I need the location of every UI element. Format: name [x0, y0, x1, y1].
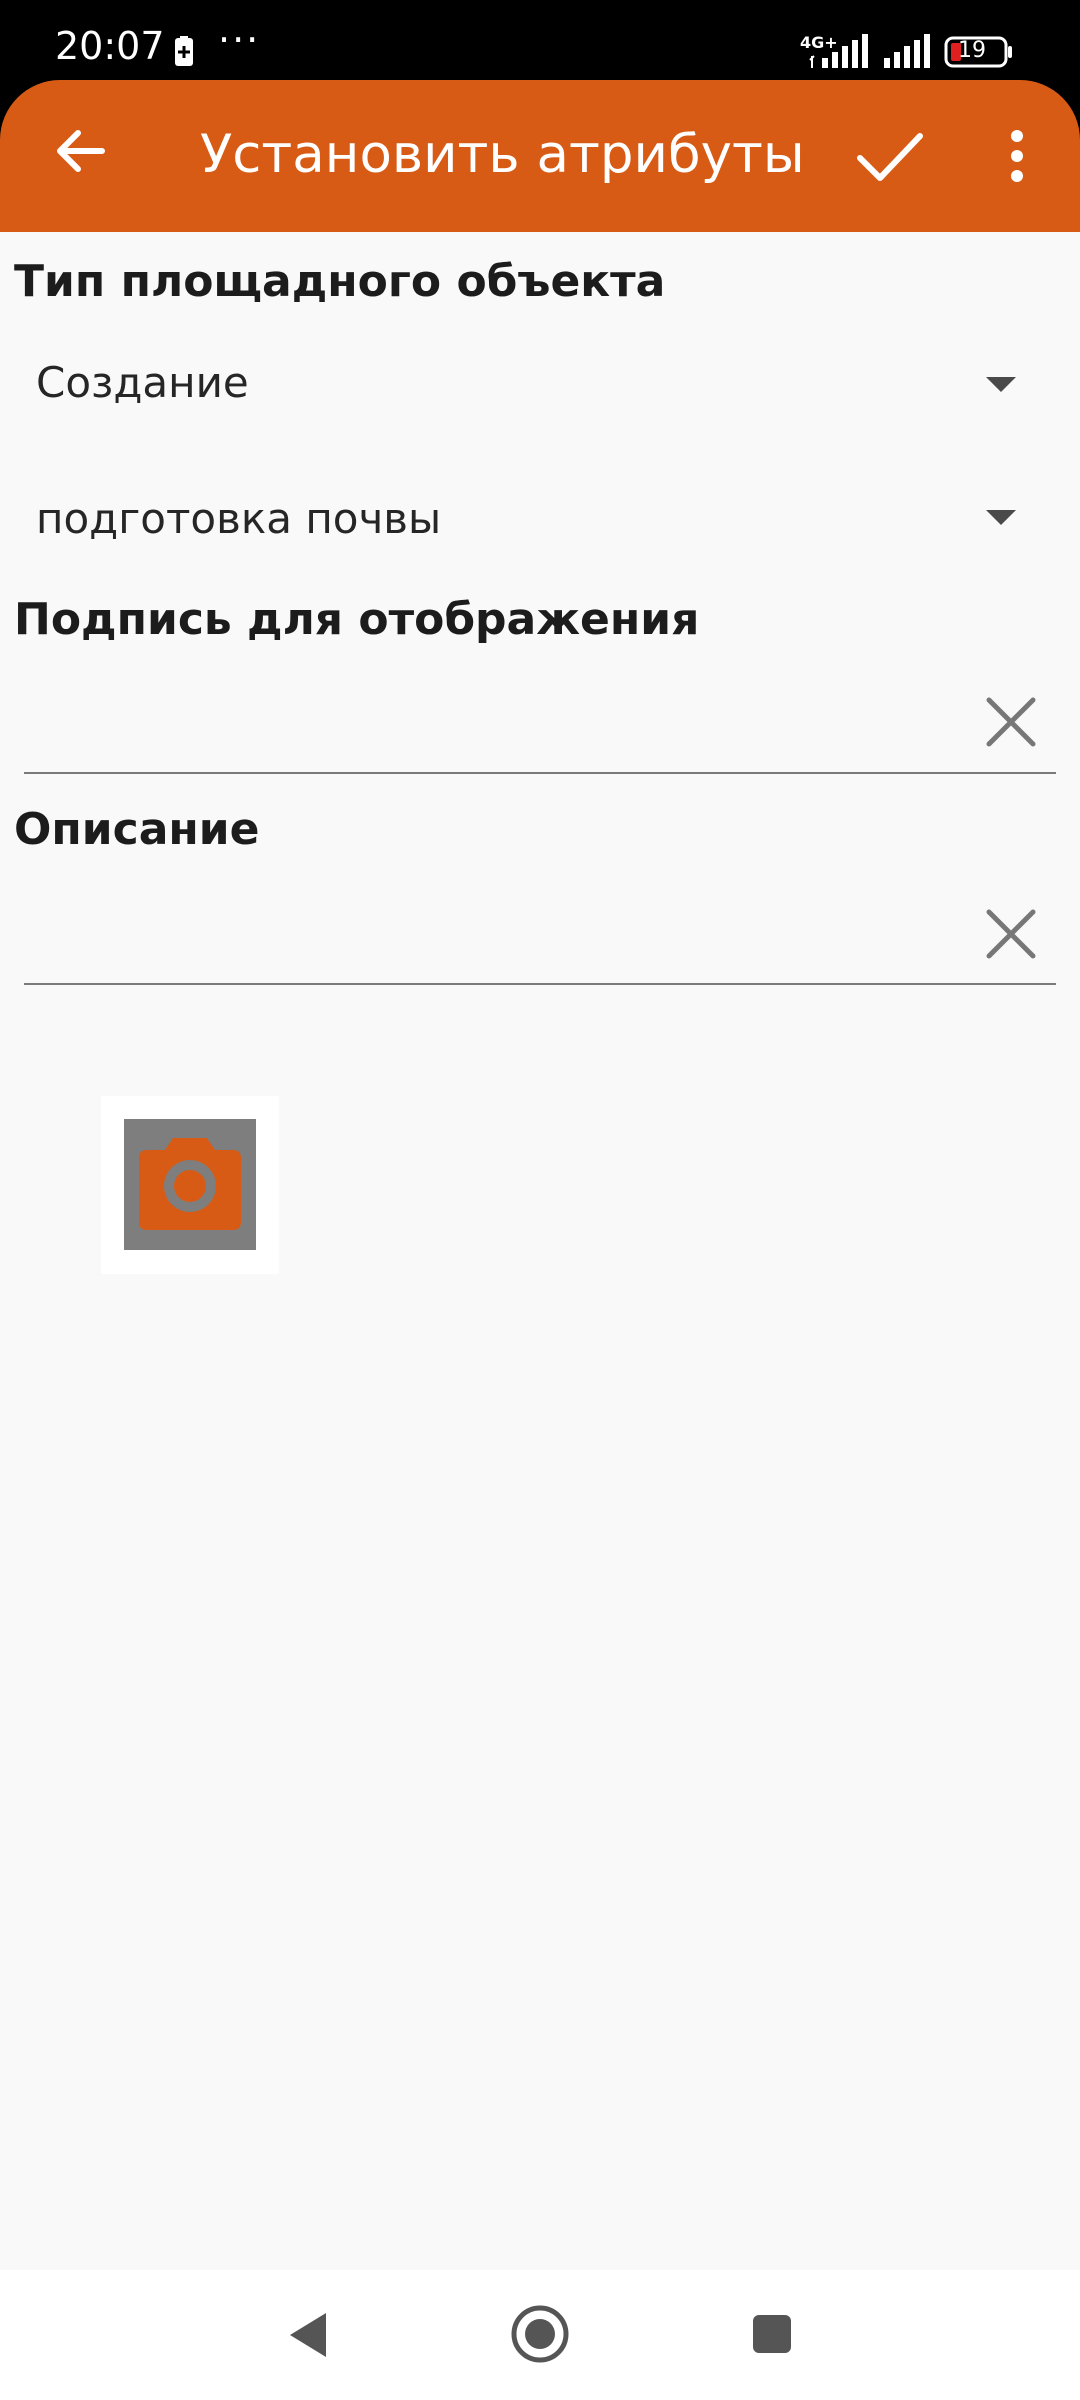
- caption-input[interactable]: [24, 670, 964, 770]
- close-icon[interactable]: [983, 694, 1039, 750]
- circle-home-icon[interactable]: [508, 2302, 572, 2366]
- description-input[interactable]: [24, 880, 964, 980]
- page-title: Установить атрибуты: [200, 124, 805, 185]
- signal-strength-2-icon: [884, 34, 930, 68]
- battery-level: 19: [958, 38, 986, 63]
- square-recent-icon[interactable]: [751, 2313, 793, 2355]
- type-dropdown-1-value: Создание: [36, 358, 249, 407]
- camera-icon: [139, 1138, 241, 1230]
- type-dropdown-2-value: подготовка почвы: [36, 494, 442, 543]
- type-section-label: Тип площадного объекта: [14, 256, 666, 307]
- chevron-down-icon: [986, 510, 1016, 525]
- type-dropdown-2[interactable]: подготовка почвы: [24, 458, 1056, 578]
- caption-section-label: Подпись для отображения: [14, 594, 700, 645]
- description-input-underline: [24, 983, 1056, 985]
- status-time: 20:07: [55, 24, 165, 68]
- description-section-label: Описание: [14, 804, 260, 855]
- status-more-dots: ···: [218, 18, 261, 62]
- chevron-down-icon: [986, 377, 1016, 392]
- close-icon[interactable]: [983, 906, 1039, 962]
- check-icon[interactable]: [852, 118, 928, 194]
- more-vert-icon[interactable]: [995, 120, 1039, 192]
- signal-strength-icon: [809, 34, 868, 68]
- caption-input-underline: [24, 772, 1056, 774]
- back-arrow-icon[interactable]: [44, 115, 116, 187]
- battery-saver-icon: [175, 36, 193, 66]
- triangle-back-icon[interactable]: [278, 2305, 338, 2365]
- type-dropdown-1[interactable]: Создание: [24, 322, 1056, 442]
